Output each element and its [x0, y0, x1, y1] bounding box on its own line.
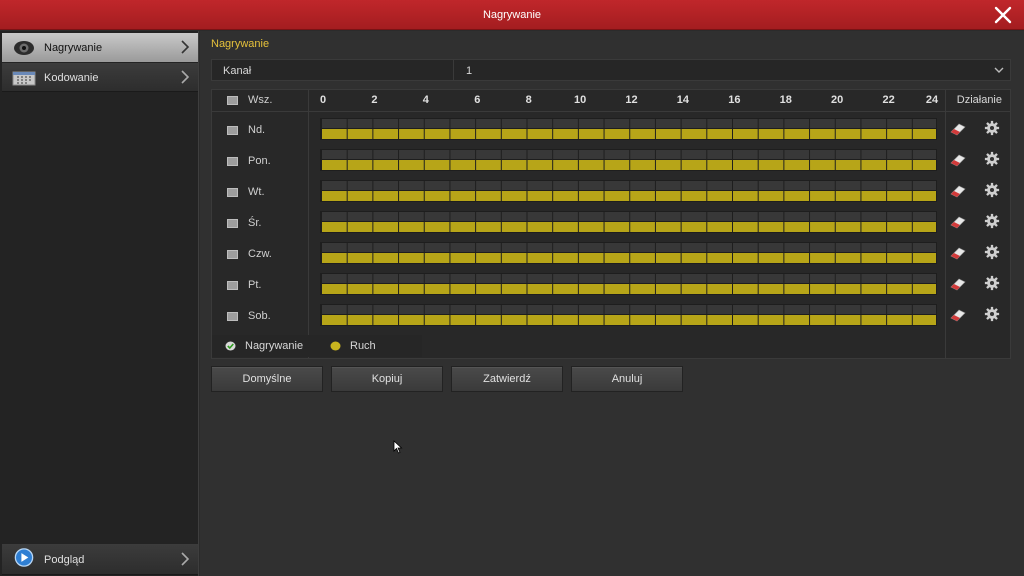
gear-icon[interactable]: [983, 306, 1001, 322]
chevron-right-icon: [181, 40, 190, 54]
legend-motion-label: Ruch: [350, 340, 376, 352]
schedule-bar[interactable]: [320, 242, 937, 264]
channel-row: Kanał 1: [211, 59, 1011, 81]
legend: Nagrywanie Ruch: [212, 335, 422, 357]
day-checkbox[interactable]: [227, 281, 238, 290]
section-title: Nagrywanie: [211, 38, 270, 50]
select-all-label: Wsz.: [248, 94, 273, 106]
eraser-icon[interactable]: [949, 152, 967, 168]
hour-label: 14: [676, 94, 690, 106]
day-checkbox[interactable]: [227, 126, 238, 135]
gear-icon[interactable]: [983, 213, 1001, 229]
chevron-right-icon: [181, 70, 190, 84]
select-all-checkbox[interactable]: [227, 96, 238, 105]
hour-label: 16: [728, 94, 741, 106]
confirm-button[interactable]: Zatwierdź: [451, 366, 563, 392]
day-checkbox[interactable]: [227, 312, 238, 321]
chevron-right-icon: [181, 552, 190, 566]
channel-select[interactable]: 1: [466, 65, 986, 79]
eraser-icon[interactable]: [949, 276, 967, 292]
day-label: Śr.: [248, 217, 262, 229]
title-bar: Nagrywanie: [0, 0, 1024, 30]
schedule-table: Wsz. Działanie 0 2 4 6 8 10 12 14 16 18 20 22 24 Nag…: [211, 89, 1011, 359]
sidebar-item-label: Nagrywanie: [44, 42, 103, 54]
hour-label: 8: [525, 94, 532, 106]
hour-label: 2: [371, 94, 378, 106]
hour-label: 0: [319, 94, 327, 106]
schedule-bar[interactable]: [320, 118, 937, 140]
gear-icon[interactable]: [983, 120, 1001, 136]
gear-icon[interactable]: [983, 244, 1001, 260]
check-circle-icon: [225, 341, 236, 351]
schedule-bar[interactable]: [320, 304, 937, 326]
camera-icon: [14, 41, 34, 55]
schedule-bar[interactable]: [320, 273, 937, 295]
action-header: Działanie: [956, 94, 1002, 106]
gear-icon[interactable]: [983, 151, 1001, 167]
encoding-icon: [12, 71, 36, 86]
day-label: Pon.: [248, 155, 271, 167]
legend-recording-label: Nagrywanie: [245, 340, 304, 352]
schedule-bar[interactable]: [320, 180, 937, 202]
close-icon[interactable]: [994, 6, 1012, 24]
copy-button[interactable]: Kopiuj: [331, 366, 443, 392]
gear-icon[interactable]: [983, 182, 1001, 198]
hour-label: 12: [625, 94, 638, 106]
eraser-icon[interactable]: [949, 121, 967, 137]
cancel-button[interactable]: Anuluj: [571, 366, 683, 392]
mouse-cursor-icon: [393, 440, 403, 454]
sidebar-item-label: Kodowanie: [44, 72, 99, 84]
hour-label: 22: [882, 94, 895, 106]
sidebar-item-kodowanie[interactable]: Kodowanie: [2, 63, 198, 92]
window-title: Nagrywanie: [482, 9, 542, 21]
day-checkbox[interactable]: [227, 157, 238, 166]
divider: [308, 90, 309, 358]
hour-label: 4: [422, 94, 429, 106]
preview-icon: [14, 548, 34, 567]
hour-label: 18: [779, 94, 792, 106]
day-checkbox[interactable]: [227, 250, 238, 259]
hour-label: 20: [831, 94, 844, 106]
sidebar-item-label: Podgląd: [44, 554, 85, 566]
divider: [945, 90, 946, 358]
eraser-icon[interactable]: [949, 245, 967, 261]
day-checkbox[interactable]: [227, 219, 238, 228]
day-label: Nd.: [248, 124, 266, 136]
sidebar: Nagrywanie Kodowanie Podgląd: [0, 31, 199, 576]
day-label: Czw.: [248, 248, 272, 260]
schedule-bar[interactable]: [320, 149, 937, 171]
day-label: Sob.: [248, 310, 271, 322]
eraser-icon[interactable]: [949, 183, 967, 199]
schedule-bar[interactable]: [320, 211, 937, 233]
motion-dot-icon: [330, 341, 341, 351]
hour-label: 24: [925, 94, 939, 106]
main-panel: Nagrywanie Kanał 1 Wsz. Działanie 024681…: [200, 31, 1024, 576]
chevron-down-icon[interactable]: [994, 66, 1004, 74]
eraser-icon[interactable]: [949, 214, 967, 230]
day-label: Pt.: [248, 279, 262, 291]
sidebar-item-podglad[interactable]: Podgląd: [2, 544, 198, 575]
hour-label: 10: [573, 94, 587, 106]
sidebar-item-nagrywanie[interactable]: Nagrywanie: [2, 33, 198, 62]
divider: [453, 60, 454, 80]
day-label: Wt.: [248, 186, 265, 198]
hour-label: 6: [474, 94, 481, 106]
day-checkbox[interactable]: [227, 188, 238, 197]
default-button[interactable]: Domyślne: [211, 366, 323, 392]
gear-icon[interactable]: [983, 275, 1001, 291]
channel-label: Kanał: [223, 65, 252, 77]
schedule-header: Wsz. Działanie 0 2 4 6 8 10 12 14 16 18 20 22 24: [212, 90, 1010, 112]
eraser-icon[interactable]: [949, 307, 967, 323]
